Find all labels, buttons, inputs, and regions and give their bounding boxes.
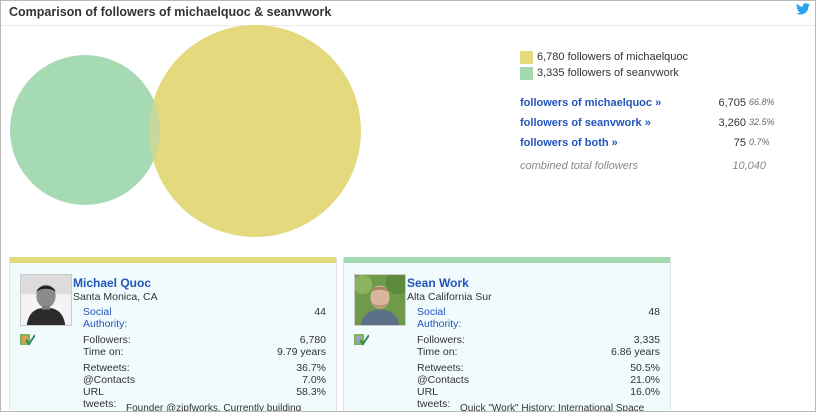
profile-card-seanvwork: Sean Work Alta California Sur Social Aut… xyxy=(343,257,671,412)
stats-row-total: combined total followers 10,040 xyxy=(520,160,776,180)
contacts-value: 21.0% xyxy=(630,374,660,386)
legend-item-michaelquoc: 6,780 followers of michaelquoc xyxy=(520,49,688,65)
stat-value: 75 xyxy=(733,137,746,149)
retweets-value: 36.7% xyxy=(296,362,326,374)
retweets-label: Retweets: xyxy=(83,362,130,374)
followers-value: 3,335 xyxy=(633,334,660,346)
profile-bio: Founder @zipfworks. Currently building xyxy=(126,403,302,412)
legend-swatch-seanvwork xyxy=(520,66,533,80)
legend-label: 3,335 followers of seanvwork xyxy=(537,67,679,79)
stat-value: 3,260 xyxy=(718,117,746,129)
twitter-bird-icon[interactable] xyxy=(796,3,810,15)
stats-row-michaelquoc: followers of michaelquoc » 6,705 66.8% xyxy=(520,97,776,117)
followers-value: 6,780 xyxy=(299,334,326,346)
stat-percent: 32.5% xyxy=(749,117,775,127)
retweets-value: 50.5% xyxy=(630,362,660,374)
social-label[interactable]: Social xyxy=(417,306,446,318)
legend-swatch-michaelquoc xyxy=(520,50,533,64)
social-label[interactable]: Social xyxy=(83,306,112,318)
venn-diagram xyxy=(10,25,361,237)
card-accent-bar xyxy=(10,257,336,263)
followers-of-michaelquoc-link[interactable]: followers of michaelquoc » xyxy=(520,97,661,109)
time-on-value: 9.79 years xyxy=(276,346,326,358)
profile-card-michaelquoc: Michael Quoc Santa Monica, CA Social Aut… xyxy=(9,257,337,412)
contacts-label: @Contacts xyxy=(83,374,136,386)
combined-total-value: 10,040 xyxy=(732,160,766,172)
avatar[interactable] xyxy=(354,274,406,326)
followers-label: Followers: xyxy=(417,334,465,346)
avatar[interactable] xyxy=(20,274,72,326)
legend: 6,780 followers of michaelquoc 3,335 fol… xyxy=(520,49,688,81)
followers-label: Followers: xyxy=(83,334,131,346)
venn-circle-michaelquoc xyxy=(149,25,361,237)
combined-total-label: combined total followers xyxy=(520,160,639,172)
badge-icon xyxy=(20,334,35,346)
profile-bio: Quick "Work" History: International Spac… xyxy=(460,403,645,412)
social-authority-value: 44 xyxy=(314,306,326,318)
url-label: URL xyxy=(83,386,105,398)
card-accent-bar xyxy=(344,257,670,263)
profile-location: Alta California Sur xyxy=(407,291,492,303)
badge-icon xyxy=(354,334,369,346)
contacts-label: @Contacts xyxy=(417,374,470,386)
stats-row-both: followers of both » 75 0.7% xyxy=(520,137,776,157)
authority-label[interactable]: Authority: xyxy=(417,318,461,330)
profile-location: Santa Monica, CA xyxy=(73,291,158,303)
time-on-value: 6.86 years xyxy=(610,346,660,358)
time-on-label: Time on: xyxy=(417,346,458,358)
tweets-label: tweets: xyxy=(83,398,117,410)
legend-item-seanvwork: 3,335 followers of seanvwork xyxy=(520,65,688,81)
tweets-label: tweets: xyxy=(417,398,451,410)
time-on-label: Time on: xyxy=(83,346,124,358)
followers-of-seanvwork-link[interactable]: followers of seanvwork » xyxy=(520,117,651,129)
stat-percent: 0.7% xyxy=(749,137,770,147)
url-label: URL xyxy=(417,386,439,398)
profile-name[interactable]: Michael Quoc xyxy=(73,276,151,290)
stats-row-seanvwork: followers of seanvwork » 3,260 32.5% xyxy=(520,117,776,137)
authority-label[interactable]: Authority: xyxy=(83,318,127,330)
social-authority-value: 48 xyxy=(648,306,660,318)
legend-label: 6,780 followers of michaelquoc xyxy=(537,51,689,63)
stat-value: 6,705 xyxy=(718,97,746,109)
stat-percent: 66.8% xyxy=(749,97,775,107)
profile-name[interactable]: Sean Work xyxy=(407,276,469,290)
url-value: 58.3% xyxy=(296,386,326,398)
url-value: 16.0% xyxy=(630,386,660,398)
venn-circle-seanvwork xyxy=(10,55,160,205)
retweets-label: Retweets: xyxy=(417,362,464,374)
contacts-value: 7.0% xyxy=(302,374,326,386)
follower-stats: followers of michaelquoc » 6,705 66.8% f… xyxy=(520,97,776,180)
app-frame: Comparison of followers of michaelquoc &… xyxy=(0,0,816,412)
followers-of-both-link[interactable]: followers of both » xyxy=(520,137,618,149)
